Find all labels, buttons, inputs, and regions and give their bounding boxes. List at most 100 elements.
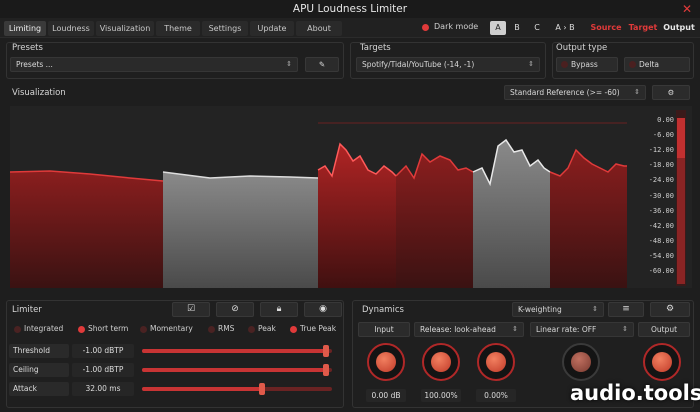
- release-knob[interactable]: [422, 343, 460, 381]
- mode-short-term[interactable]: Short term: [76, 322, 128, 336]
- scale-tick: -12.00: [648, 146, 674, 154]
- scale-tick: -60.00: [648, 267, 674, 275]
- scale-tick: -18.00: [648, 161, 674, 169]
- tab-update[interactable]: Update: [250, 21, 294, 36]
- radio-icon: [14, 325, 21, 333]
- delta-button[interactable]: Delta: [624, 57, 690, 72]
- ab-slot-c[interactable]: C: [530, 21, 544, 35]
- chevron-updown-icon: ⇕: [286, 60, 292, 68]
- input-knob[interactable]: [367, 343, 405, 381]
- dark-mode-indicator-icon[interactable]: [422, 24, 429, 31]
- mode-momentary[interactable]: Momentary: [138, 322, 193, 336]
- threshold-slider[interactable]: [142, 345, 332, 357]
- tab-theme[interactable]: Theme: [156, 21, 200, 36]
- radio-icon: [290, 325, 297, 333]
- release-value: Release: look-ahead: [420, 325, 496, 334]
- rate-knob[interactable]: [477, 343, 515, 381]
- mode-peak[interactable]: Peak: [246, 322, 276, 336]
- ab-slot-b[interactable]: B: [510, 21, 524, 35]
- radio-icon: [140, 325, 147, 333]
- targets-value: Spotify/Tidal/YouTube (-14, -1): [362, 60, 475, 69]
- tab-about[interactable]: About: [296, 21, 342, 36]
- input-value[interactable]: 0.00 dB: [366, 389, 406, 402]
- mode-integrated[interactable]: Integrated: [12, 322, 63, 336]
- input-button[interactable]: Input: [358, 322, 410, 337]
- output-button[interactable]: Output: [662, 21, 696, 35]
- targets-dropdown[interactable]: Spotify/Tidal/YouTube (-14, -1) ⇕: [356, 57, 540, 72]
- limiter-title: Limiter: [12, 305, 42, 315]
- tab-settings[interactable]: Settings: [202, 21, 248, 36]
- scale-tick: -48.00: [648, 237, 674, 245]
- scale-tick: -6.00: [652, 131, 674, 139]
- tab-visualization[interactable]: Visualization: [96, 21, 154, 36]
- mode-true-peak[interactable]: True Peak: [288, 322, 336, 336]
- reference-value: Standard Reference (>= -60): [510, 88, 620, 97]
- attack-value[interactable]: 32.00 ms: [72, 382, 134, 396]
- delta-indicator-icon: [629, 61, 636, 68]
- edit-preset-button[interactable]: ✎: [305, 57, 339, 72]
- chevron-updown-icon: ⇕: [592, 305, 598, 313]
- tab-loudness[interactable]: Loudness: [48, 21, 94, 36]
- lock-button[interactable]: 🔒︎: [260, 302, 298, 317]
- mode-rms[interactable]: RMS: [206, 322, 234, 336]
- visualization-settings-button[interactable]: ⚙: [652, 85, 690, 100]
- close-icon[interactable]: ✕: [682, 2, 692, 16]
- knob-cap: [376, 352, 396, 372]
- view-button[interactable]: ◉: [304, 302, 342, 317]
- output-type-title: Output type: [556, 43, 608, 53]
- slider-handle[interactable]: [323, 364, 330, 376]
- knob-cap: [652, 352, 672, 372]
- chevron-updown-icon: ⇕: [622, 325, 628, 333]
- scale-tick: -24.00: [648, 176, 674, 184]
- menu-bar: Limiting Loudness Visualization Theme Se…: [0, 18, 700, 38]
- rate-value-readout[interactable]: 0.00%: [476, 389, 516, 402]
- delta-label: Delta: [639, 60, 660, 69]
- knob-cap: [431, 352, 451, 372]
- tab-limiting[interactable]: Limiting: [4, 21, 46, 36]
- presets-title: Presets: [12, 43, 43, 53]
- knob-cap: [571, 352, 591, 372]
- reference-dropdown[interactable]: Standard Reference (>= -60) ⇕: [504, 85, 646, 100]
- output-gain-button[interactable]: Output: [638, 322, 690, 337]
- mode-label: Momentary: [150, 324, 193, 333]
- watermark: audio.tools: [570, 381, 700, 405]
- presets-dropdown[interactable]: Presets ... ⇕: [10, 57, 298, 72]
- slider-handle[interactable]: [258, 383, 265, 395]
- slider-fill: [142, 368, 327, 372]
- target-button[interactable]: Target: [628, 21, 658, 35]
- output-knob[interactable]: [643, 343, 681, 381]
- ab-compare-button[interactable]: A › B: [552, 21, 578, 35]
- release-value-readout[interactable]: 100.00%: [421, 389, 461, 402]
- unlink-button[interactable]: ⊘: [216, 302, 254, 317]
- window-title: APU Loudness Limiter: [292, 3, 408, 15]
- aux-knob[interactable]: [562, 343, 600, 381]
- radio-icon: [78, 325, 85, 333]
- threshold-value[interactable]: -1.00 dBTP: [72, 344, 134, 358]
- ab-slot-a[interactable]: A: [490, 21, 506, 35]
- lock-icon: 🔒︎: [276, 304, 282, 314]
- scale-tick: 0.00: [657, 116, 674, 124]
- loudness-graph: 0.00 -6.00 -12.00 -18.00 -24.00 -30.00 -…: [10, 106, 692, 288]
- limiter-enable-button[interactable]: ☑: [172, 302, 210, 317]
- attack-label: Attack: [9, 382, 69, 396]
- scale-tick: -36.00: [648, 207, 674, 215]
- adjust-button[interactable]: ≡: [608, 302, 644, 317]
- attack-slider[interactable]: [142, 383, 332, 395]
- scale-tick: -54.00: [648, 252, 674, 260]
- dynamics-settings-button[interactable]: ⚙: [650, 302, 690, 317]
- bypass-button[interactable]: Bypass: [556, 57, 618, 72]
- ceiling-slider[interactable]: [142, 364, 332, 376]
- knob-cap: [486, 352, 506, 372]
- loudness-waveform: [10, 110, 686, 288]
- unlink-icon: ⊘: [231, 304, 239, 314]
- source-button[interactable]: Source: [590, 21, 622, 35]
- ceiling-value[interactable]: -1.00 dBTP: [72, 363, 134, 377]
- mode-label: True Peak: [300, 324, 337, 333]
- sliders-icon: ≡: [622, 304, 630, 314]
- release-dropdown[interactable]: Release: look-ahead ⇕: [414, 322, 524, 337]
- weighting-dropdown[interactable]: K-weighting ⇕: [512, 302, 604, 317]
- gear-icon: ⚙: [665, 304, 675, 314]
- rate-value: Linear rate: OFF: [536, 325, 597, 334]
- slider-handle[interactable]: [323, 345, 330, 357]
- rate-dropdown[interactable]: Linear rate: OFF ⇕: [530, 322, 634, 337]
